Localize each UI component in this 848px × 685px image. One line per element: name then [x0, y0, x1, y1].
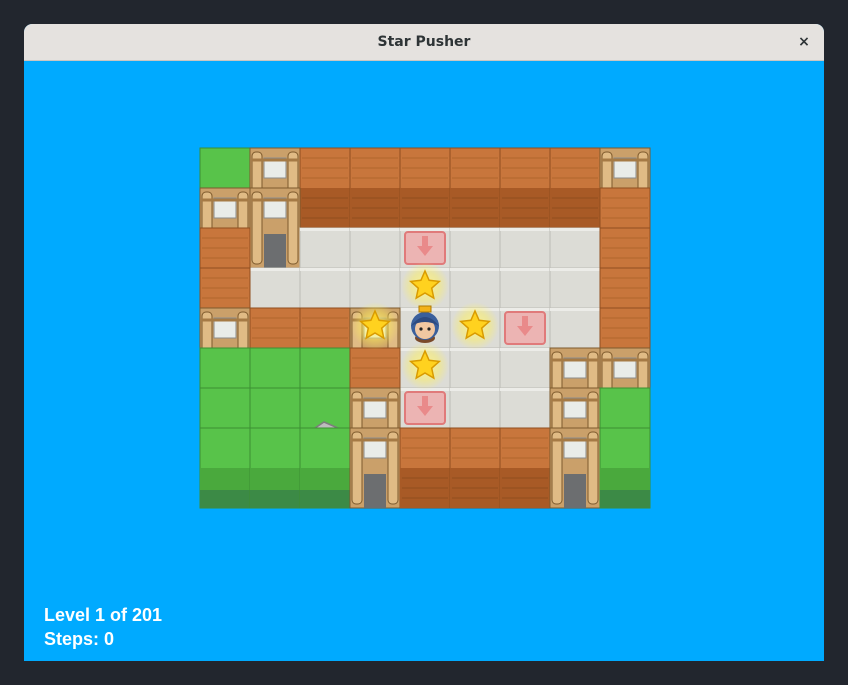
- tile-pillar-wall: [349, 427, 401, 509]
- tile-floor: [499, 267, 551, 309]
- tile-grass: [249, 427, 301, 509]
- tile-floor: [499, 227, 551, 269]
- tile-pillar-wall: [249, 187, 301, 269]
- tile-floor: [299, 267, 351, 309]
- tile-floor: [499, 387, 551, 429]
- tile-floor: [449, 387, 501, 429]
- tile-floor: [349, 227, 401, 269]
- tile-wood-wall: [399, 147, 451, 229]
- tile-pillar-wall: [549, 427, 601, 509]
- tile-wood-wall: [499, 427, 551, 509]
- tile-floor: [549, 307, 601, 349]
- tile-goal-floor: [499, 307, 551, 349]
- close-icon[interactable]: ×: [794, 32, 814, 52]
- level-indicator: Level 1 of 201: [44, 605, 163, 625]
- tile-wood-wall: [449, 427, 501, 509]
- tile-wood-wall: [449, 147, 501, 229]
- tile-floor: [549, 227, 601, 269]
- game-window: Star Pusher × Level 1 of 201 Steps: 0: [24, 24, 824, 661]
- tile-wood-wall: [549, 147, 601, 229]
- game-board: Level 1 of 201 Steps: 0: [24, 61, 824, 661]
- tile-wood-wall: [499, 147, 551, 229]
- tile-goal-floor: [399, 387, 451, 429]
- tile-wood-wall: [349, 147, 401, 229]
- tile-floor: [549, 267, 601, 309]
- tile-grass: [199, 427, 251, 509]
- steps-counter: Steps: 0: [44, 629, 115, 649]
- tile-wood-wall: [399, 427, 451, 509]
- tile-floor: [499, 347, 551, 389]
- tile-wood-wall: [299, 147, 351, 229]
- title-bar[interactable]: Star Pusher ×: [24, 24, 824, 61]
- tile-floor: [299, 227, 351, 269]
- tile-grass: [299, 427, 351, 509]
- tile-floor: [249, 267, 301, 309]
- tile-floor: [449, 227, 501, 269]
- tile-grass: [599, 427, 651, 509]
- window-title: Star Pusher: [377, 34, 471, 50]
- level-map: [199, 147, 651, 509]
- tile-floor: [449, 347, 501, 389]
